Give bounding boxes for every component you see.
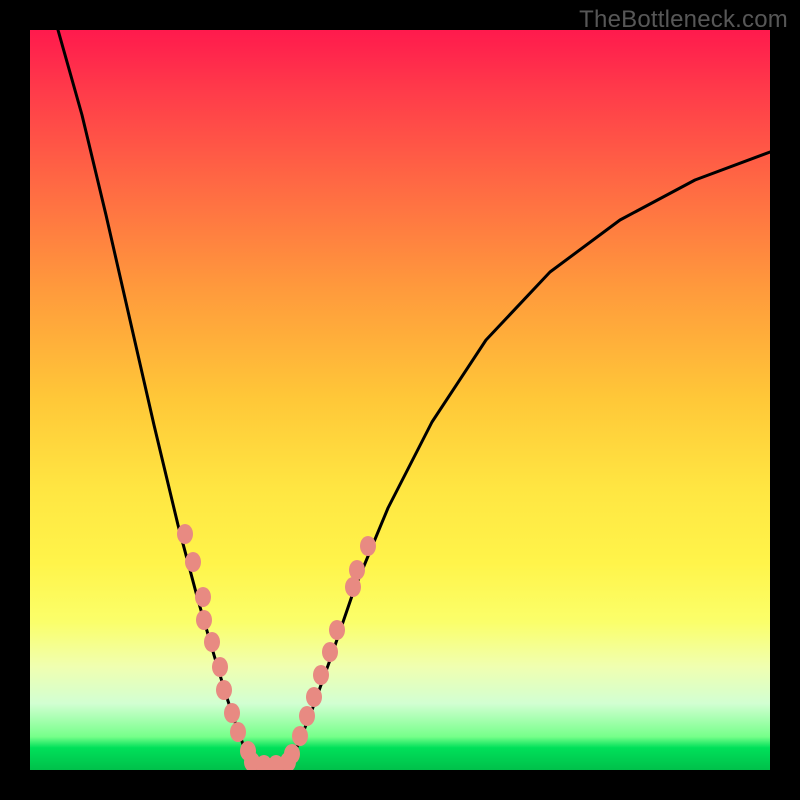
curve-marker	[349, 560, 365, 580]
curve-left-branch	[58, 30, 252, 762]
curve-marker	[224, 703, 240, 723]
curve-marker	[230, 722, 246, 742]
curve-marker	[292, 726, 308, 746]
curve-marker	[360, 536, 376, 556]
marker-group	[177, 524, 376, 770]
curve-marker	[313, 665, 329, 685]
curve-right-branch	[288, 152, 770, 762]
chart-frame: TheBottleneck.com	[0, 0, 800, 800]
curve-marker	[284, 744, 300, 764]
curve-marker	[196, 610, 212, 630]
curve-group	[58, 30, 770, 765]
chart-plot-area	[30, 30, 770, 770]
curve-marker	[195, 587, 211, 607]
curve-marker	[329, 620, 345, 640]
watermark-text: TheBottleneck.com	[579, 6, 788, 34]
curve-marker	[204, 632, 220, 652]
curve-marker	[306, 687, 322, 707]
curve-marker	[345, 577, 361, 597]
curve-marker	[177, 524, 193, 544]
curve-marker	[216, 680, 232, 700]
curve-marker	[299, 706, 315, 726]
curve-marker	[212, 657, 228, 677]
chart-svg	[30, 30, 770, 770]
curve-marker	[185, 552, 201, 572]
curve-marker	[322, 642, 338, 662]
